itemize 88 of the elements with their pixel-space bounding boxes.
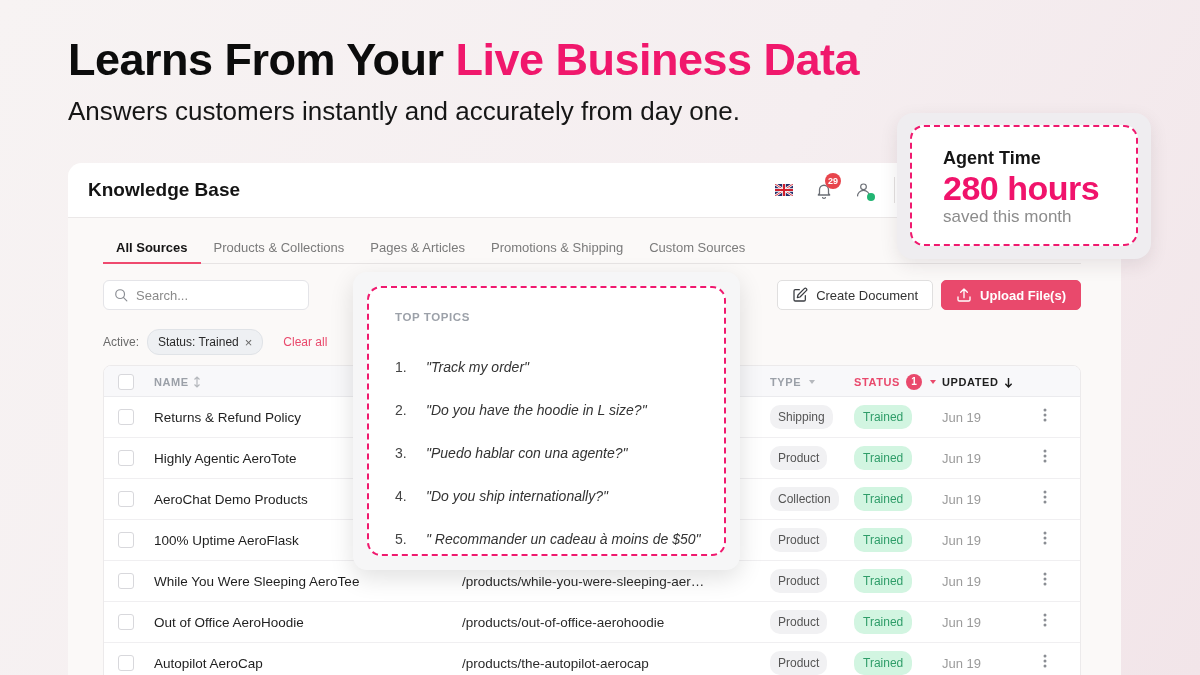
type-tag: Collection (770, 487, 839, 511)
date-cell: Jun 19 (942, 573, 982, 589)
status-tag: Trained (854, 487, 913, 511)
clear-filters-link[interactable]: Clear all (283, 333, 328, 351)
tab[interactable]: Custom Sources (636, 230, 759, 264)
date-cell: Jun 19 (942, 655, 982, 671)
subtitle: Answers customers instantly and accurately from day one. (68, 96, 740, 126)
date-cell: Jun 19 (942, 614, 982, 630)
tab[interactable]: All Sources (103, 230, 201, 264)
select-all-checkbox[interactable] (118, 373, 134, 390)
row-checkbox[interactable] (118, 532, 134, 549)
kebab-icon (1043, 612, 1047, 627)
column-header[interactable]: NAME (154, 373, 189, 391)
list-number: 1. (395, 358, 408, 377)
status-tag: Trained (854, 446, 913, 470)
filter-count: 1 (905, 374, 922, 390)
row-checkbox[interactable] (118, 450, 134, 467)
sort-icon (192, 376, 201, 388)
notification-count: 29 (825, 172, 841, 189)
kebab-icon (1043, 448, 1047, 463)
row-checkbox[interactable] (118, 573, 134, 590)
status-tag: Trained (854, 610, 913, 634)
status-tag: Trained (854, 405, 913, 429)
status-tag: Trained (854, 528, 913, 552)
tab[interactable]: Promotions & Shipping (477, 230, 637, 264)
name-cell: 100% Uptime AeroFlask (154, 532, 299, 548)
kebab-icon (1043, 407, 1047, 422)
kebab-icon (1043, 489, 1047, 504)
date-cell: Jun 19 (942, 450, 982, 466)
card-caption: saved this month (943, 207, 1072, 227)
type-tag: Product (770, 569, 828, 593)
kebab-icon (1043, 571, 1047, 586)
name-cell: Out of Office AeroHoodie (154, 614, 304, 630)
topic-text: "Puedo hablar con una agente?" (426, 444, 628, 463)
flag-icon[interactable] (775, 184, 793, 196)
type-tag: Product (770, 446, 828, 470)
edit-icon (792, 287, 809, 303)
list-number: 4. (395, 487, 408, 506)
filter-chip[interactable]: Status: Trained × (147, 329, 264, 355)
column-header[interactable]: STATUS (854, 373, 900, 391)
tab[interactable]: Pages & Articles (357, 230, 478, 264)
caret-icon[interactable] (809, 380, 816, 384)
panel-title: Knowledge Base (88, 178, 241, 202)
type-tag: Shipping (770, 405, 833, 429)
topic-text: " Recommander un cadeau à moins de $50" (426, 530, 701, 549)
topic-text: "Do you have the hoodie in L size?" (426, 401, 647, 420)
search-field[interactable]: Search... (103, 280, 309, 310)
name-cell: While You Were Sleeping AeroTee (154, 573, 360, 589)
url-cell: /products/while-you-were-sleeping-aer… (462, 573, 705, 589)
remove-filter-button[interactable]: × (244, 335, 253, 349)
hours-value: 280 hours (943, 169, 1100, 207)
name-cell: Highly Agentic AeroTote (154, 450, 297, 466)
kebab-icon (1043, 530, 1047, 545)
url-cell: /products/the-autopilot-aerocap (462, 655, 649, 671)
name-cell: Autopilot AeroCap (154, 655, 263, 671)
row-checkbox[interactable] (118, 409, 134, 426)
list-number: 2. (395, 401, 408, 420)
card-title: Agent Time (943, 147, 1041, 169)
date-cell: Jun 19 (942, 532, 982, 548)
arrow-down-icon[interactable] (1003, 376, 1013, 388)
headline: Learns From Your Live Business Data (68, 34, 860, 86)
kebab-icon (1043, 653, 1047, 668)
type-tag: Product (770, 528, 828, 552)
upload-button[interactable]: Upload File(s) (941, 280, 1081, 310)
create-document-button[interactable]: Create Document (777, 280, 934, 310)
topic-text: "Track my order" (426, 358, 530, 377)
filter-label: Active: (103, 334, 139, 351)
date-cell: Jun 19 (942, 491, 982, 507)
row-checkbox[interactable] (118, 491, 134, 508)
caret-icon[interactable] (929, 380, 936, 384)
type-tag: Product (770, 651, 828, 675)
list-number: 3. (395, 444, 408, 463)
list-number: 5. (395, 530, 408, 549)
row-checkbox[interactable] (118, 655, 134, 672)
row-checkbox[interactable] (118, 614, 134, 631)
type-tag: Product (770, 610, 828, 634)
topic-text: "Do you ship internationally?" (426, 487, 608, 506)
upload-icon (956, 287, 973, 303)
status-tag: Trained (854, 569, 913, 593)
tab[interactable]: Products & Collections (200, 230, 358, 264)
name-cell: AeroChat Demo Products (154, 491, 308, 507)
search-icon (114, 288, 128, 302)
user-icon[interactable] (855, 181, 872, 199)
name-cell: Returns & Refund Policy (154, 409, 302, 425)
url-cell: /products/out-of-office-aerohoodie (462, 614, 665, 630)
status-tag: Trained (854, 651, 913, 675)
date-cell: Jun 19 (942, 409, 982, 425)
popup-title: TOP TOPICS (395, 310, 471, 324)
